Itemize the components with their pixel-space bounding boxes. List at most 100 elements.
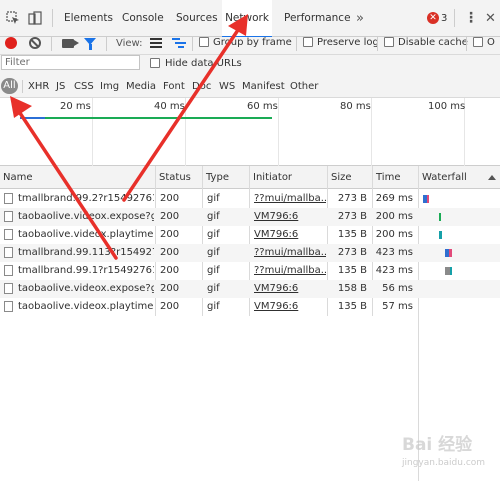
tab-network[interactable]: Network <box>222 0 272 38</box>
row-status: 200 <box>160 211 180 222</box>
row-size: 135 B <box>337 301 367 312</box>
waterfall-bar-segment <box>450 267 452 275</box>
col-header-name[interactable]: Name <box>0 166 33 189</box>
offline-label: O <box>487 37 495 48</box>
overview-tick-100: 100 ms <box>428 101 466 112</box>
type-filter-ws[interactable]: WS <box>219 75 235 98</box>
col-header-initiator[interactable]: Initiator <box>250 166 292 189</box>
inspect-element-icon[interactable] <box>6 11 20 25</box>
file-icon <box>4 211 13 222</box>
type-filter-xhr[interactable]: XHR <box>28 75 49 98</box>
timeline-overview[interactable]: 20 ms 40 ms 60 ms 80 ms 100 ms <box>0 98 500 166</box>
network-toolbar: View: Group by frame Preserve log Disabl… <box>0 37 500 55</box>
disable-cache-label: Disable cache <box>398 37 468 48</box>
waterfall-bar[interactable] <box>439 231 442 239</box>
large-rows-icon[interactable] <box>150 38 162 49</box>
overview-tick-80: 80 ms <box>340 101 371 112</box>
tab-console[interactable]: Console <box>122 0 164 37</box>
row-status: 200 <box>160 229 180 240</box>
type-filter-all[interactable]: All <box>1 78 18 94</box>
group-by-frame-checkbox[interactable] <box>199 37 209 47</box>
table-row[interactable]: tmallbrand.99.2?r15492761... 200 gif ??m… <box>0 190 500 208</box>
row-size: 158 B <box>337 283 367 294</box>
tab-performance[interactable]: Performance <box>284 0 351 37</box>
row-initiator-link[interactable]: VM796:6 <box>250 280 326 298</box>
record-button[interactable] <box>5 37 17 49</box>
hide-data-urls-checkbox[interactable] <box>150 58 160 68</box>
waterfall-bar-segment <box>427 195 429 203</box>
type-filter-font[interactable]: Font <box>163 75 185 98</box>
view-label: View: <box>116 38 143 49</box>
overview-domcontent-bar <box>20 117 45 119</box>
col-header-time[interactable]: Time <box>373 166 400 189</box>
row-initiator-link[interactable]: ??mui/mallba... <box>250 244 326 262</box>
row-status: 200 <box>160 193 180 204</box>
row-name[interactable]: tmallbrand.99.1?r15492761... <box>14 262 154 280</box>
col-header-size[interactable]: Size <box>328 166 352 189</box>
waterfall-bar[interactable] <box>439 213 441 221</box>
row-time: 57 ms <box>382 301 413 312</box>
resource-type-filter-bar: All XHR JS CSS Img Media Font Doc WS Man… <box>0 75 500 98</box>
filter-funnel-icon[interactable] <box>84 38 96 50</box>
tab-sources[interactable]: Sources <box>176 0 218 37</box>
table-row[interactable]: taobaolive.videox.playtime?... 200 gif V… <box>0 226 500 244</box>
overview-tick-40: 40 ms <box>154 101 185 112</box>
row-initiator-link[interactable]: VM796:6 <box>250 298 326 316</box>
devtools-tab-bar: Elements Console Sources Network Perform… <box>0 0 500 38</box>
type-filter-img[interactable]: Img <box>100 75 119 98</box>
table-row[interactable]: tmallbrand.99.113?r154927... 200 gif ??m… <box>0 244 500 262</box>
type-filter-other[interactable]: Other <box>290 75 318 98</box>
overview-tick-60: 60 ms <box>247 101 278 112</box>
row-initiator-link[interactable]: ??mui/mallba... <box>250 190 326 208</box>
type-filter-js[interactable]: JS <box>56 75 65 98</box>
offline-checkbox[interactable] <box>473 37 483 47</box>
tab-elements[interactable]: Elements <box>64 0 113 37</box>
row-type: gif <box>207 265 220 276</box>
disable-cache-checkbox[interactable] <box>384 37 394 47</box>
hide-data-urls-label: Hide data URLs <box>165 58 242 69</box>
type-filter-media[interactable]: Media <box>126 75 156 98</box>
type-filter-manifest[interactable]: Manifest <box>242 75 285 98</box>
row-name[interactable]: taobaolive.videox.expose?g... <box>14 208 154 226</box>
sort-ascending-icon[interactable] <box>488 175 496 180</box>
device-toolbar-icon[interactable] <box>28 11 42 25</box>
row-name[interactable]: taobaolive.videox.playtime?... <box>14 298 154 316</box>
file-icon <box>4 265 13 276</box>
table-row[interactable]: taobaolive.videox.expose?g... 200 gif VM… <box>0 280 500 298</box>
file-icon <box>4 193 13 204</box>
table-row[interactable]: tmallbrand.99.1?r15492761... 200 gif ??m… <box>0 262 500 280</box>
table-row[interactable]: taobaolive.videox.expose?g... 200 gif VM… <box>0 208 500 226</box>
row-name[interactable]: tmallbrand.99.113?r154927... <box>14 244 154 262</box>
row-status: 200 <box>160 283 180 294</box>
row-initiator-link[interactable]: ??mui/mallba... <box>250 262 326 280</box>
waterfall-view-icon[interactable] <box>172 38 186 49</box>
col-header-status[interactable]: Status <box>156 166 191 189</box>
close-icon[interactable]: ✕ <box>485 0 496 37</box>
table-row[interactable]: taobaolive.videox.playtime?... 200 gif V… <box>0 298 500 316</box>
more-tabs-button[interactable]: » <box>356 0 364 37</box>
file-icon <box>4 247 13 258</box>
type-filter-css[interactable]: CSS <box>74 75 94 98</box>
error-count[interactable]: 3 <box>441 0 447 37</box>
kebab-menu-icon[interactable]: ⋮ <box>464 0 478 37</box>
file-icon <box>4 301 13 312</box>
row-name[interactable]: taobaolive.videox.expose?g... <box>14 280 154 298</box>
row-name[interactable]: taobaolive.videox.playtime?... <box>14 226 154 244</box>
screenshot-camera-icon[interactable] <box>62 39 79 48</box>
row-name[interactable]: tmallbrand.99.2?r15492761... <box>14 190 154 208</box>
filter-input[interactable] <box>2 56 132 69</box>
preserve-log-checkbox[interactable] <box>303 37 313 47</box>
clear-icon[interactable] <box>29 37 41 49</box>
row-size: 273 B <box>337 211 367 222</box>
row-time: 200 ms <box>375 229 413 240</box>
row-size: 273 B <box>337 247 367 258</box>
error-icon[interactable]: ✕ <box>427 12 439 24</box>
col-header-waterfall[interactable]: Waterfall <box>419 166 467 189</box>
row-initiator-link[interactable]: VM796:6 <box>250 226 326 244</box>
row-type: gif <box>207 247 220 258</box>
col-header-type[interactable]: Type <box>203 166 229 189</box>
row-initiator-link[interactable]: VM796:6 <box>250 208 326 226</box>
type-filter-doc[interactable]: Doc <box>192 75 211 98</box>
filter-box <box>1 55 140 70</box>
waterfall-bar-segment <box>449 249 452 257</box>
